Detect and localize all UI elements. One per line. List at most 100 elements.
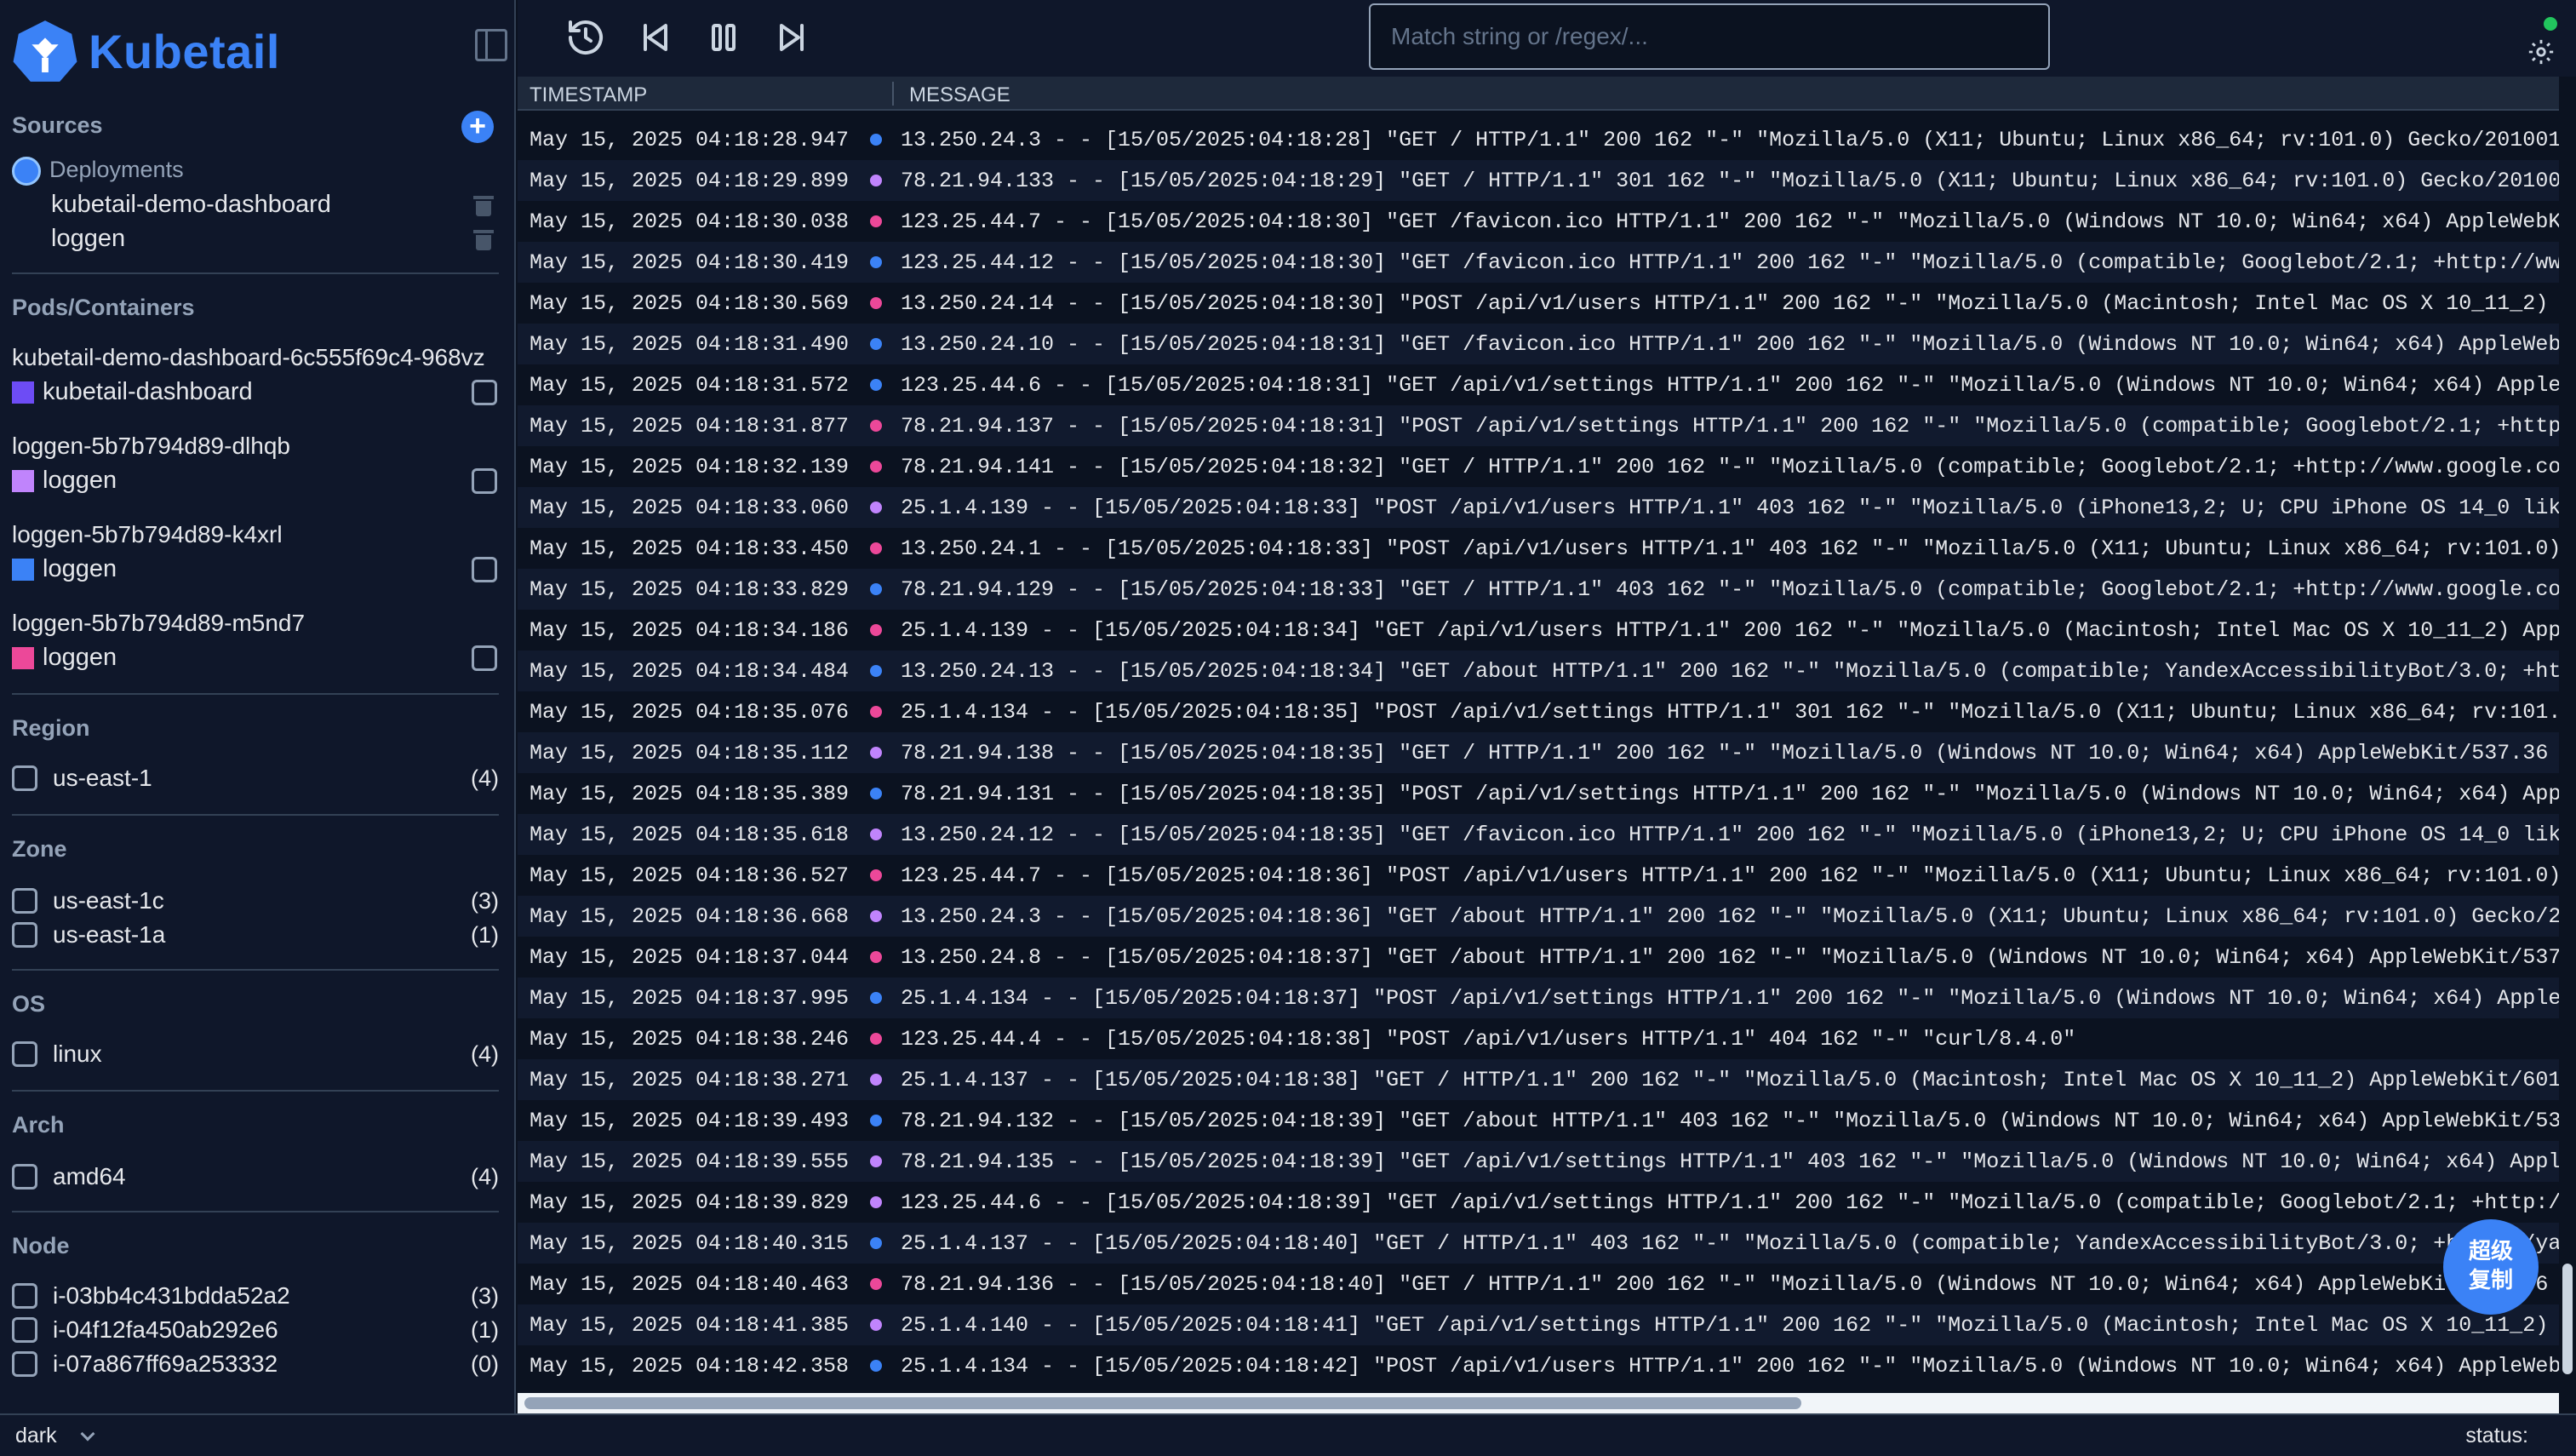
- brand[interactable]: Kubetail: [12, 17, 280, 85]
- facet-checkbox[interactable]: [12, 1317, 37, 1343]
- log-color-dot: [870, 297, 882, 309]
- log-row[interactable]: May 15, 2025 04:18:35.389 78.21.94.131 - …: [518, 773, 2561, 814]
- horizontal-scrollbar[interactable]: [518, 1393, 2559, 1413]
- facet-option[interactable]: i-07a867ff69a253332 (0): [12, 1349, 499, 1379]
- facet-checkbox[interactable]: [12, 1351, 37, 1377]
- divider: [12, 272, 499, 274]
- log-row[interactable]: May 15, 2025 04:18:35.076 25.1.4.134 - - …: [518, 691, 2561, 732]
- facet-count: (3): [471, 887, 499, 914]
- facet-checkbox[interactable]: [12, 1041, 37, 1067]
- log-source-indicator: [858, 297, 894, 309]
- log-row[interactable]: May 15, 2025 04:18:34.484 13.250.24.13 - …: [518, 651, 2561, 691]
- log-row[interactable]: May 15, 2025 04:18:39.829 123.25.44.6 - -…: [518, 1182, 2561, 1223]
- trash-icon[interactable]: [473, 226, 494, 250]
- log-message: 123.25.44.7 - - [15/05/2025:04:18:36] "P…: [901, 863, 2561, 888]
- super-copy-button[interactable]: 超级 复制: [2443, 1219, 2539, 1315]
- vertical-scroll-thumb[interactable]: [2562, 1264, 2573, 1374]
- log-color-dot: [870, 420, 882, 432]
- log-row[interactable]: May 15, 2025 04:18:37.044 13.250.24.8 - -…: [518, 937, 2561, 977]
- log-row[interactable]: May 15, 2025 04:18:31.490 13.250.24.10 - …: [518, 324, 2561, 364]
- log-row[interactable]: May 15, 2025 04:18:30.419 123.25.44.12 - …: [518, 242, 2561, 283]
- column-resize-handle[interactable]: [892, 82, 894, 106]
- log-row[interactable]: May 15, 2025 04:18:33.829 78.21.94.129 - …: [518, 569, 2561, 610]
- container-checkbox[interactable]: [472, 380, 497, 405]
- log-message: 13.250.24.10 - - [15/05/2025:04:18:31] "…: [901, 331, 2561, 357]
- sidebar-collapse-icon[interactable]: [475, 29, 507, 61]
- column-header-message[interactable]: MESSAGE: [909, 83, 1010, 107]
- log-source-indicator: [858, 175, 894, 186]
- log-row[interactable]: May 15, 2025 04:18:41.385 25.1.4.140 - - …: [518, 1304, 2561, 1345]
- facet-option[interactable]: us-east-1a (1): [12, 920, 499, 950]
- log-row[interactable]: May 15, 2025 04:18:38.246 123.25.44.4 - -…: [518, 1018, 2561, 1059]
- log-row[interactable]: May 15, 2025 04:18:33.450 13.250.24.1 - -…: [518, 528, 2561, 569]
- container-checkbox[interactable]: [472, 645, 497, 671]
- facet-option[interactable]: i-03bb4c431bdda52a2 (3): [12, 1281, 499, 1311]
- container-checkbox[interactable]: [472, 557, 497, 582]
- container-checkbox[interactable]: [472, 468, 497, 494]
- log-row[interactable]: May 15, 2025 04:18:36.527 123.25.44.7 - -…: [518, 855, 2561, 896]
- facet-option[interactable]: linux (4): [12, 1039, 499, 1069]
- log-message: 25.1.4.139 - - [15/05/2025:04:18:34] "GE…: [901, 617, 2561, 643]
- log-timestamp: May 15, 2025 04:18:36.527: [530, 863, 850, 888]
- facet-checkbox[interactable]: [12, 888, 37, 914]
- log-row[interactable]: May 15, 2025 04:18:31.877 78.21.94.137 - …: [518, 405, 2561, 446]
- log-row[interactable]: May 15, 2025 04:18:39.555 78.21.94.135 - …: [518, 1141, 2561, 1182]
- log-row[interactable]: May 15, 2025 04:18:30.569 13.250.24.14 - …: [518, 283, 2561, 324]
- horizontal-scroll-thumb[interactable]: [524, 1397, 1801, 1409]
- log-message: 123.25.44.4 - - [15/05/2025:04:18:38] "P…: [901, 1026, 2076, 1052]
- facet-title-arch: Arch: [12, 1112, 65, 1138]
- container-color-swatch: [12, 469, 34, 492]
- log-row[interactable]: May 15, 2025 04:18:28.947 13.250.24.3 - -…: [518, 119, 2561, 160]
- log-source-indicator: [858, 379, 894, 391]
- facet-option[interactable]: us-east-1c (3): [12, 886, 499, 916]
- log-timestamp: May 15, 2025 04:18:33.060: [530, 495, 850, 520]
- log-timestamp: May 15, 2025 04:18:34.484: [530, 658, 850, 684]
- log-timestamp: May 15, 2025 04:18:39.555: [530, 1149, 850, 1174]
- theme-select[interactable]: dark: [15, 1424, 95, 1448]
- skip-to-first-icon[interactable]: [635, 17, 676, 58]
- log-row[interactable]: May 15, 2025 04:18:42.358 25.1.4.134 - - …: [518, 1345, 2561, 1386]
- log-timestamp: May 15, 2025 04:18:37.995: [530, 985, 850, 1011]
- facet-checkbox[interactable]: [12, 1164, 37, 1189]
- log-row[interactable]: May 15, 2025 04:18:33.060 25.1.4.139 - - …: [518, 487, 2561, 528]
- log-row[interactable]: May 15, 2025 04:18:40.463 78.21.94.136 - …: [518, 1264, 2561, 1304]
- log-timestamp: May 15, 2025 04:18:37.044: [530, 944, 850, 970]
- history-icon[interactable]: [565, 17, 606, 58]
- log-message: 25.1.4.134 - - [15/05/2025:04:18:42] "PO…: [901, 1353, 2561, 1379]
- log-row[interactable]: May 15, 2025 04:18:34.186 25.1.4.139 - - …: [518, 610, 2561, 651]
- skip-to-last-icon[interactable]: [771, 17, 812, 58]
- log-color-dot: [870, 828, 882, 840]
- log-row[interactable]: May 15, 2025 04:18:35.112 78.21.94.138 - …: [518, 732, 2561, 773]
- log-source-indicator: [858, 1033, 894, 1045]
- log-row[interactable]: May 15, 2025 04:18:32.139 78.21.94.141 - …: [518, 446, 2561, 487]
- pause-icon[interactable]: [703, 17, 744, 58]
- log-row[interactable]: May 15, 2025 04:18:40.315 25.1.4.137 - - …: [518, 1223, 2561, 1264]
- pod-name: loggen-5b7b794d89-k4xrl: [12, 521, 283, 547]
- trash-icon[interactable]: [473, 192, 494, 216]
- add-source-button[interactable]: +: [461, 111, 494, 143]
- facet-option[interactable]: amd64 (4): [12, 1161, 499, 1192]
- log-row[interactable]: May 15, 2025 04:18:29.899 78.21.94.133 - …: [518, 160, 2561, 201]
- log-row[interactable]: May 15, 2025 04:18:35.618 13.250.24.12 - …: [518, 814, 2561, 855]
- vertical-scrollbar[interactable]: [2559, 77, 2576, 1393]
- log-row[interactable]: May 15, 2025 04:18:30.038 123.25.44.7 - -…: [518, 201, 2561, 242]
- log-row[interactable]: May 15, 2025 04:18:38.271 25.1.4.137 - - …: [518, 1059, 2561, 1100]
- search-input[interactable]: [1369, 3, 2050, 70]
- log-row[interactable]: May 15, 2025 04:18:39.493 78.21.94.132 - …: [518, 1100, 2561, 1141]
- divider: [12, 693, 499, 695]
- log-timestamp: May 15, 2025 04:18:29.899: [530, 168, 850, 193]
- facet-option[interactable]: i-04f12fa450ab292e6 (1): [12, 1315, 499, 1345]
- log-source-indicator: [858, 542, 894, 554]
- column-header-timestamp[interactable]: TIMESTAMP: [530, 83, 647, 107]
- facet-checkbox[interactable]: [12, 765, 37, 791]
- facet-option[interactable]: us-east-1 (4): [12, 763, 499, 794]
- pod-name: loggen-5b7b794d89-m5nd7: [12, 610, 306, 636]
- chevron-down-icon: [80, 1426, 95, 1441]
- gear-icon[interactable]: [2527, 37, 2556, 66]
- log-row[interactable]: May 15, 2025 04:18:37.995 25.1.4.134 - - …: [518, 977, 2561, 1018]
- facet-checkbox[interactable]: [12, 1283, 37, 1309]
- log-row[interactable]: May 15, 2025 04:18:36.668 13.250.24.3 - -…: [518, 896, 2561, 937]
- facet-checkbox[interactable]: [12, 922, 37, 948]
- log-row[interactable]: May 15, 2025 04:18:31.572 123.25.44.6 - -…: [518, 364, 2561, 405]
- log-source-indicator: [858, 624, 894, 636]
